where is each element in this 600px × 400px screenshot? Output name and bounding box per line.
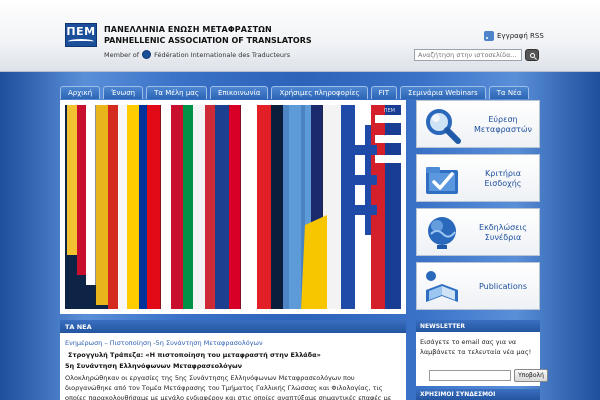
nav-item-association[interactable]: Ένωση (103, 86, 144, 99)
label-line-1: Εύρεση (488, 115, 518, 124)
book-icon (426, 271, 458, 302)
label-line-2: Συνέδρια (484, 233, 522, 242)
news-section: ΤΑ ΝΕΑ Ενημέρωση – Πιστοποίηση -5η Συνάν… (60, 320, 406, 400)
label-line-2: Μεταφραστών (474, 125, 532, 134)
flags-photo: ΠΕΜ (65, 105, 401, 309)
folder-check-icon (426, 167, 458, 194)
news-subtitle: Στρογγυλή Τράπεζα: «Η πιστοποίηση του με… (68, 351, 321, 359)
nav-item-home[interactable]: Αρχική (60, 86, 101, 99)
sidebar-box-label: Publications (465, 263, 541, 311)
member-of-line: Member of Fédération Internationale des … (104, 50, 290, 59)
pem-logo[interactable]: ΠΕΜ (65, 23, 97, 47)
rss-subscribe[interactable]: Εγγραφή RSS (484, 31, 544, 41)
search-icon (529, 52, 535, 58)
member-org[interactable]: Fédération Internationale des Traducteur… (154, 51, 290, 59)
org-name-english: PANHELLENIC ASSOCIATION OF TRANSLATORS (104, 36, 312, 45)
newsletter-heading: NEWSLETTER (416, 320, 540, 332)
rss-label: Εγγραφή RSS (497, 32, 544, 40)
magnifier-icon (426, 109, 461, 144)
news-meeting-title: 5η Συνάντηση Ελληνόφωνων Μεταφρασεολόγων (65, 362, 243, 370)
label-line-1: Publications (478, 282, 528, 291)
logo-wave-icon (68, 39, 94, 44)
sidebar-box-admission-criteria[interactable]: Κριτήρια Εισδοχής (416, 154, 540, 202)
label-line-1: Κριτήρια (485, 169, 521, 178)
nav-item-useful-info[interactable]: Χρήσιμες πληροφορίες (271, 86, 368, 99)
news-article-link[interactable]: Ενημέρωση – Πιστοποίηση -5η Συνάντηση Με… (65, 339, 263, 347)
logo-text: ΠΕΜ (66, 25, 96, 38)
nav-item-news[interactable]: Τα Νέα (488, 86, 530, 99)
main-nav: Αρχική Ένωση Τα Μέλη μας Επικοινωνία Χρή… (60, 86, 530, 99)
sidebar-box-find-translators[interactable]: Εύρεση Μεταφραστών (416, 100, 540, 148)
label-line-1: Εκδηλώσεις (479, 223, 527, 232)
image-slider[interactable]: ΠΕΜ (60, 100, 406, 314)
nav-item-fit[interactable]: FIT (370, 86, 398, 99)
fit-logo-icon (142, 50, 152, 59)
label-line-2: Εισδοχής (484, 179, 522, 188)
org-name-greek: ΠΑΝΕΛΛΗΝΙΑ ΕΝΩΣΗ ΜΕΤΑΦΡΑΣΤΩΝ (104, 25, 272, 34)
sidebar-box-publications[interactable]: Publications (416, 262, 540, 310)
newsletter-text: Εισάγετε το email σας για να λαμβάνετε τ… (420, 338, 532, 356)
slider-watermark: ΠΕΜ (383, 108, 395, 114)
sidebar-box-label: Εύρεση Μεταφραστών (465, 101, 541, 149)
site-header: ΠΕΜ ΠΑΝΕΛΛΗΝΙΑ ΕΝΩΣΗ ΜΕΤΑΦΡΑΣΤΩΝ PANHELL… (0, 0, 600, 72)
search-form (414, 49, 539, 61)
news-body-text: Ολοκληρώθηκαν οι εργασίες της 5ης Συνάντ… (65, 374, 392, 400)
nav-item-members[interactable]: Τα Μέλη μας (146, 86, 208, 99)
nav-item-webinars[interactable]: Σεμινάρια Webinars (400, 86, 486, 99)
flags-illustration (65, 105, 401, 309)
news-heading: ΤΑ ΝΕΑ (60, 320, 406, 333)
nav-item-contact[interactable]: Επικοινωνία (210, 86, 269, 99)
search-input[interactable] (414, 49, 522, 61)
member-prefix: Member of (104, 50, 140, 59)
sidebar-box-label: Εκδηλώσεις Συνέδρια (465, 209, 541, 257)
search-button[interactable] (525, 49, 539, 61)
sidebar-box-events[interactable]: Εκδηλώσεις Συνέδρια (416, 208, 540, 256)
rss-icon (484, 31, 494, 41)
newsletter-email-input[interactable] (429, 370, 511, 381)
globe-icon (428, 217, 456, 249)
sidebar-box-label: Κριτήρια Εισδοχής (465, 155, 541, 203)
newsletter-submit-button[interactable]: Υποβολή (514, 369, 548, 382)
useful-links-heading: ΧΡΗΣΙΜΟΙ ΣΥΝΔΕΣΜΟΙ (416, 389, 540, 400)
